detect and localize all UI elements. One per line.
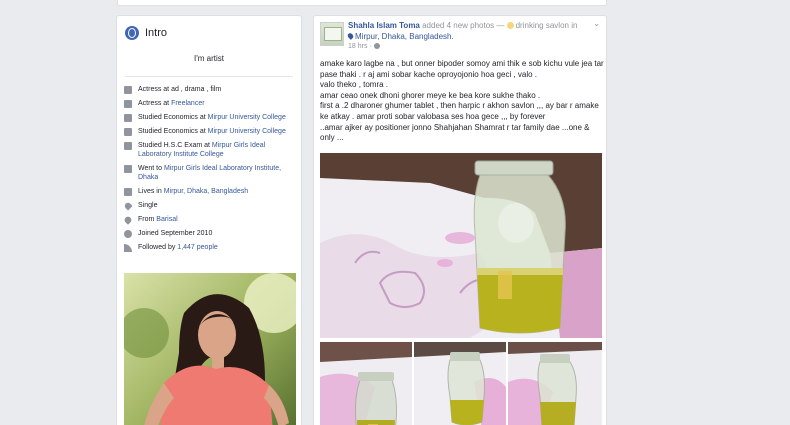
intro-item-text: Single [138, 201, 157, 210]
intro-item-label: Actress at ad , drama , film [138, 86, 222, 93]
briefcase-icon [124, 86, 132, 94]
post-photo-thumb-3[interactable] [508, 342, 602, 425]
profile-featured-photo[interactable] [124, 273, 296, 425]
post-text: amake karo lagbe na , but onner bipoder … [320, 59, 604, 144]
chevron-down-icon[interactable]: ⌄ [593, 19, 600, 28]
intro-bio: I'm artist [194, 54, 224, 63]
post-feeling-text: drinking savlon in [515, 21, 578, 30]
intro-divider [125, 76, 293, 77]
rss-icon [124, 244, 132, 252]
intro-item-text: Joined September 2010 [138, 229, 212, 238]
post-text-line: amake karo lagbe na , but onner bipoder … [320, 59, 604, 79]
intro-item: Lives in Mirpur, Dhaka, Bangladesh [117, 187, 301, 196]
intro-title: Intro [145, 27, 168, 39]
post-text-line: ..amar ajker ay positioner jonno Shahjah… [320, 122, 590, 143]
post-card: Shahla Islam Toma added 4 new photos — d… [313, 15, 607, 425]
intro-item-text: Studied H.S.C Exam at Mirpur Girls Ideal… [138, 141, 294, 159]
intro-item-text: Actress at ad , drama , film [138, 85, 221, 94]
intro-item-label: Actress at [138, 100, 172, 107]
intro-item-text: Studied Economics at Mirpur University C… [138, 113, 286, 122]
intro-item: Followed by 1,447 people [117, 243, 301, 252]
feeling-emoji-icon [506, 22, 514, 29]
intro-item: Actress at Freelancer [117, 99, 301, 108]
intro-item-text: From Barisal [138, 215, 178, 224]
previous-card [117, 0, 607, 6]
intro-item-label: Followed by [138, 244, 178, 251]
graduation-cap-icon [124, 128, 132, 136]
post-meta: 18 hrs · [348, 43, 380, 50]
intro-item-link[interactable]: Mirpur, Dhaka, Bangladesh [164, 188, 248, 195]
intro-item-label: Studied Economics at [138, 114, 208, 121]
home-icon [124, 188, 132, 196]
post-time[interactable]: 18 hrs [348, 43, 367, 50]
intro-item-text: Followed by 1,447 people [138, 243, 218, 252]
avatar[interactable] [320, 22, 344, 46]
intro-item-label: From [138, 216, 157, 223]
post-header: Shahla Islam Toma added 4 new photos — d… [314, 16, 606, 54]
post-headline: Shahla Islam Toma added 4 new photos — d… [348, 21, 577, 30]
intro-item-link[interactable]: 1,447 people [177, 244, 217, 251]
intro-card: Intro I'm artist Actress at ad , drama ,… [116, 15, 302, 425]
location-pin-icon [346, 32, 355, 40]
graduation-cap-icon [124, 165, 132, 173]
intro-item-text: Studied Economics at Mirpur University C… [138, 127, 286, 136]
intro-item-link[interactable]: Barisal [156, 216, 177, 223]
intro-item: Studied Economics at Mirpur University C… [117, 127, 301, 136]
intro-item: Went to Mirpur Girls Ideal Laboratory In… [117, 164, 301, 182]
post-text-line: first a .2 dharoner ghumer tablet , then… [320, 101, 599, 121]
intro-item-link[interactable]: Mirpur University College [208, 114, 286, 121]
intro-item-text: Went to Mirpur Girls Ideal Laboratory In… [138, 164, 294, 182]
location-pin-icon [123, 215, 133, 225]
intro-item-label: Went to [138, 165, 164, 172]
post-photo-main[interactable] [320, 153, 602, 338]
post-photo-thumb-2[interactable] [414, 342, 506, 425]
post-action-text: added 4 new photos — [419, 21, 507, 30]
intro-item-text: Lives in Mirpur, Dhaka, Bangladesh [138, 187, 248, 196]
intro-item-label: Lives in [138, 188, 164, 195]
intro-header: Intro [117, 16, 301, 44]
globe-icon [373, 43, 380, 49]
intro-item: Joined September 2010 [117, 229, 301, 238]
post-location[interactable]: Mirpur, Dhaka, Bangladesh. [346, 32, 454, 41]
intro-item-label: Studied Economics at [138, 128, 208, 135]
intro-item-link[interactable]: Freelancer [171, 100, 204, 107]
intro-item-text: Actress at Freelancer [138, 99, 205, 108]
post-text-line: valo theko , tomra . [320, 80, 389, 90]
intro-details-list: Actress at ad , drama , film Actress at F… [117, 85, 301, 252]
intro-item-link[interactable]: Mirpur University College [208, 128, 286, 135]
intro-item: Studied H.S.C Exam at Mirpur Girls Ideal… [117, 141, 301, 159]
intro-item: Actress at ad , drama , film [117, 85, 301, 94]
graduation-cap-icon [124, 114, 132, 122]
intro-item-label: Joined September 2010 [138, 230, 213, 237]
post-location-label: Mirpur, Dhaka, Bangladesh. [355, 32, 454, 41]
intro-item-label: Studied H.S.C Exam at [138, 142, 212, 149]
post-text-line: amar ceao onek dhoni ghorer meye ke bea … [320, 90, 541, 100]
globe-icon [125, 26, 139, 40]
post-author-link[interactable]: Shahla Islam Toma [348, 21, 420, 30]
heart-icon [123, 201, 133, 211]
intro-item: Studied Economics at Mirpur University C… [117, 113, 301, 122]
graduation-cap-icon [124, 142, 132, 150]
briefcase-icon [124, 100, 132, 108]
clock-icon [124, 230, 132, 238]
intro-item: From Barisal [117, 215, 301, 225]
intro-item: Single [117, 201, 301, 211]
post-photo-thumb-1[interactable] [320, 342, 412, 425]
intro-item-label: Single [138, 202, 158, 209]
